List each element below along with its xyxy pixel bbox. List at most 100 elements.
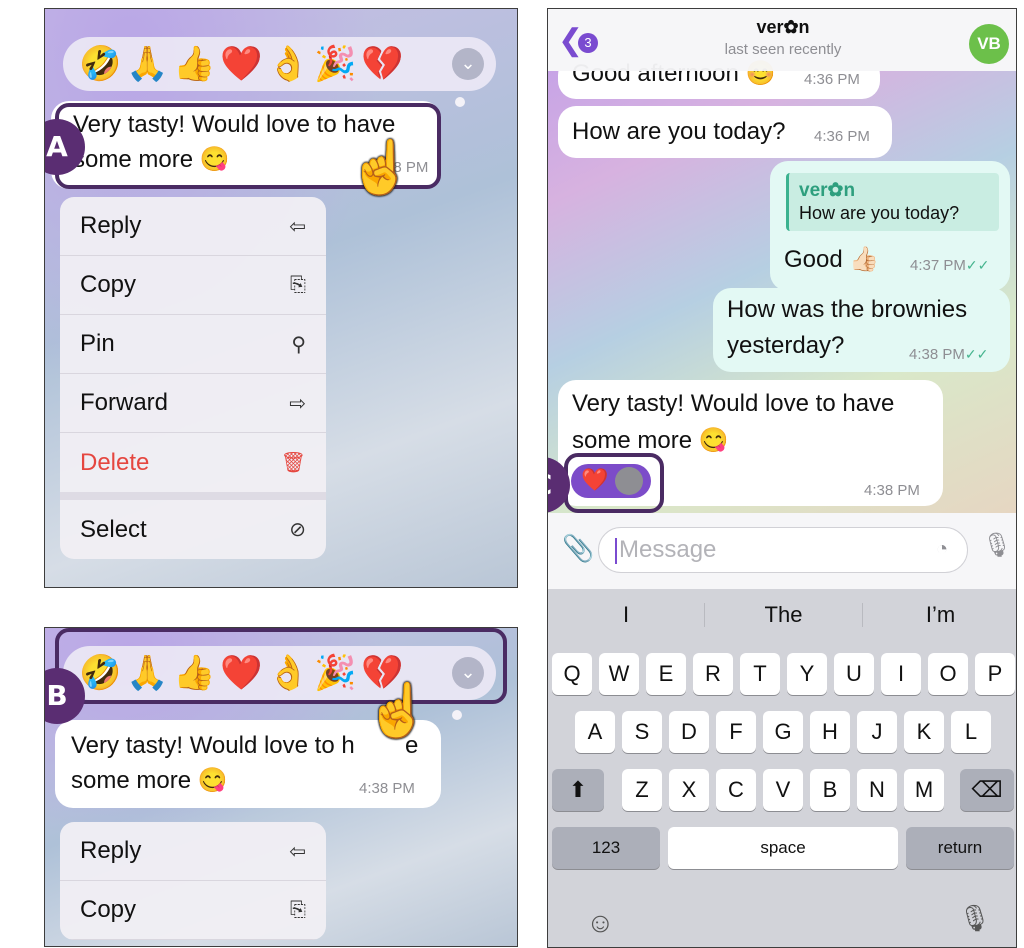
key-u[interactable]: U	[834, 653, 874, 695]
microphone-icon[interactable]: 🎙	[982, 531, 1012, 560]
menu-label-copy: Copy	[80, 271, 137, 298]
suggestion-2[interactable]: The	[705, 589, 862, 641]
key-s[interactable]: S	[622, 711, 662, 753]
menu-item-copy[interactable]: Copy ⎘	[60, 256, 326, 315]
reaction-party-popper[interactable]: 🎉	[312, 37, 359, 91]
message-text: Good 👍🏻	[784, 246, 880, 273]
read-checkmarks-icon: ✓✓	[964, 346, 989, 362]
chevron-down-icon[interactable]: ⌄	[452, 48, 484, 80]
bubble-tail-dot	[452, 710, 462, 720]
menu-item-delete[interactable]: Delete 🗑	[60, 433, 326, 492]
menu-label-reply: Reply	[80, 212, 142, 239]
message-reply-good[interactable]: ver✿n How are you today? Good 👍🏻 4:37 PM…	[770, 161, 1010, 291]
suggestion-1[interactable]: I	[548, 589, 704, 641]
key-g[interactable]: G	[763, 711, 803, 753]
menu-label-copy: Copy	[80, 896, 137, 923]
menu-label-pin: Pin	[80, 330, 115, 357]
key-n[interactable]: N	[857, 769, 897, 811]
backspace-icon: ⌫	[971, 777, 1003, 802]
key-r[interactable]: R	[693, 653, 733, 695]
key-a[interactable]: A	[575, 711, 615, 753]
quoted-reply[interactable]: ver✿n How are you today?	[786, 173, 999, 231]
pin-icon: ⚲	[291, 333, 306, 356]
panel-c-chat-with-reaction: Good afternoon 😊 4:36 PM How are you tod…	[547, 8, 1017, 948]
numbers-key[interactable]: 123	[552, 827, 660, 869]
key-x[interactable]: X	[669, 769, 709, 811]
reaction-ok-hand[interactable]: 👌	[265, 37, 312, 91]
dictation-mic-icon[interactable]: 🎙	[958, 903, 991, 934]
reaction-pray[interactable]: 🙏	[124, 37, 171, 91]
message-text: How are you today?	[572, 118, 786, 145]
contact-status: last seen recently	[724, 41, 842, 58]
menu-item-reply[interactable]: Reply ⇦	[60, 822, 326, 881]
message-time: 4:36 PM	[804, 71, 860, 88]
menu-item-reply[interactable]: Reply ⇦	[60, 197, 326, 256]
quoted-sender: ver✿n	[799, 180, 856, 201]
key-i[interactable]: I	[881, 653, 921, 695]
message-placeholder: Message	[619, 536, 717, 563]
key-y[interactable]: Y	[787, 653, 827, 695]
menu-label-forward: Forward	[80, 389, 169, 416]
key-j[interactable]: J	[857, 711, 897, 753]
key-d[interactable]: D	[669, 711, 709, 753]
key-k[interactable]: K	[904, 711, 944, 753]
menu-label-reply: Reply	[80, 837, 142, 864]
message-line-2: some more 😋	[572, 427, 729, 454]
context-menu: Reply ⇦ Copy ⎘ Pin ⚲ Forward ⇨ Delete 🗑 Selec…	[60, 197, 326, 559]
reaction-rofl[interactable]: 🤣	[77, 37, 124, 91]
key-c[interactable]: C	[716, 769, 756, 811]
text-caret	[615, 538, 617, 564]
keyboard: I The I’m Q W E R T Y U I O P A S D F G …	[548, 589, 1016, 947]
message-line-1: How was the brownies	[727, 296, 968, 323]
panel-b-choose-reaction: 🤣 🙏 👍 ❤️ 👌 🎉 💔 ⌄ B Very tasty! Would lov…	[44, 627, 518, 947]
message-input[interactable]: Message	[598, 527, 968, 573]
key-f[interactable]: F	[716, 711, 756, 753]
key-l[interactable]: L	[951, 711, 991, 753]
key-v[interactable]: V	[763, 769, 803, 811]
contact-avatar[interactable]: VB	[969, 24, 1009, 64]
menu-item-pin[interactable]: Pin ⚲	[60, 315, 326, 374]
return-key[interactable]: return	[906, 827, 1014, 869]
contact-name[interactable]: ver✿n	[548, 17, 1016, 38]
key-p[interactable]: P	[975, 653, 1015, 695]
message-line-2: some more 😋	[71, 767, 228, 794]
menu-item-select[interactable]: Select ⊘	[60, 500, 326, 559]
message-line-1: Very tasty! Would love to h	[71, 732, 355, 759]
emoji-keyboard-icon[interactable]: ☺	[586, 907, 615, 939]
suggestion-3[interactable]: I’m	[863, 589, 1016, 641]
menu-item-forward[interactable]: Forward ⇨	[60, 374, 326, 433]
reply-icon: ⇦	[289, 840, 306, 863]
reaction-heart[interactable]: ❤️	[218, 37, 265, 91]
message-how-are-you[interactable]: How are you today? 4:36 PM	[558, 106, 892, 158]
key-q[interactable]: Q	[552, 653, 592, 695]
sticker-icon[interactable]: ◔	[936, 538, 948, 561]
message-time: 4:36 PM	[814, 128, 870, 145]
key-t[interactable]: T	[740, 653, 780, 695]
reaction-thumbs-up[interactable]: 👍	[171, 37, 218, 91]
message-time: 4:38 PM	[864, 482, 920, 499]
message-line-1: Very tasty! Would love to have	[572, 390, 895, 417]
read-checkmarks-icon: ✓✓	[965, 257, 990, 273]
key-m[interactable]: M	[904, 769, 944, 811]
context-menu: Reply ⇦ Copy ⎘	[60, 822, 326, 940]
key-b[interactable]: B	[810, 769, 850, 811]
key-w[interactable]: W	[599, 653, 639, 695]
key-o[interactable]: O	[928, 653, 968, 695]
panel-a-long-press-message: 🤣 🙏 👍 ❤️ 👌 🎉 💔 ⌄ Very tasty! Would love …	[44, 8, 518, 588]
paperclip-icon[interactable]: 📎	[562, 533, 594, 564]
message-time: 4:37 PM✓✓	[910, 257, 989, 274]
shift-key[interactable]: ⬆	[552, 769, 604, 811]
reaction-broken-heart[interactable]: 💔	[359, 37, 406, 91]
menu-item-copy[interactable]: Copy ⎘	[60, 881, 326, 940]
key-h[interactable]: H	[810, 711, 850, 753]
key-z[interactable]: Z	[622, 769, 662, 811]
time-text: 4:37 PM	[910, 257, 966, 274]
menu-separator	[60, 492, 326, 500]
message-brownies[interactable]: How was the brownies yesterday? 4:38 PM✓…	[713, 288, 1010, 372]
tap-hand-icon: ☝	[348, 139, 413, 197]
backspace-key[interactable]: ⌫	[960, 769, 1014, 811]
tap-hand-icon: ☝	[365, 682, 430, 740]
space-key[interactable]: space	[668, 827, 898, 869]
key-e[interactable]: E	[646, 653, 686, 695]
copy-icon: ⎘	[290, 898, 306, 921]
